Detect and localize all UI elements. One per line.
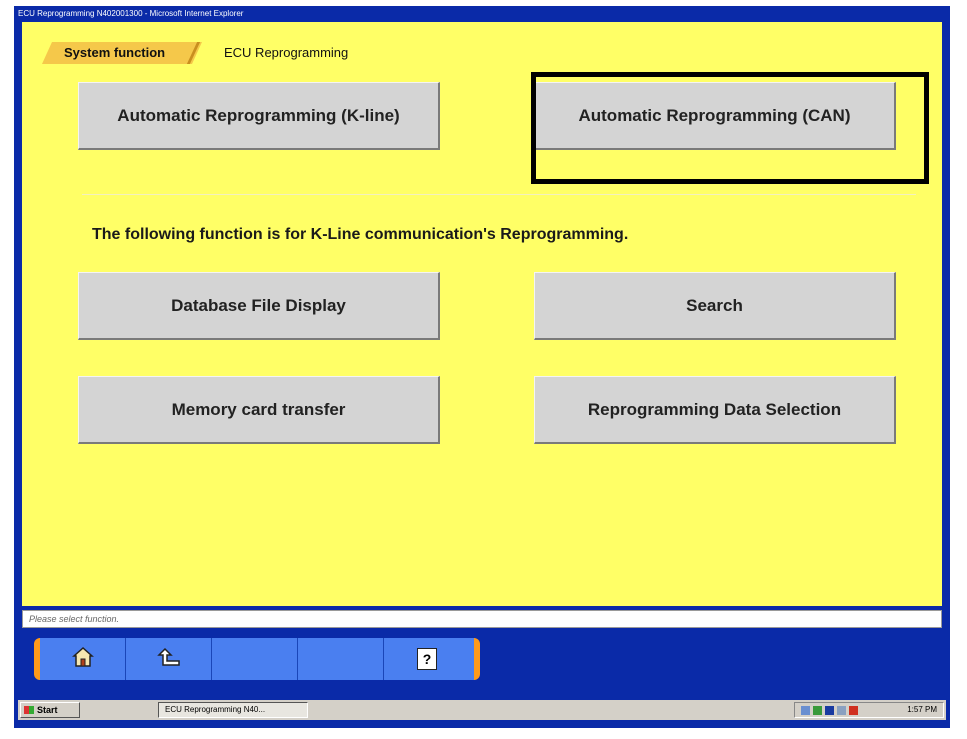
tray-icon-volume[interactable]: [813, 706, 822, 715]
help-icon: ?: [417, 648, 437, 670]
window-title: ECU Reprogramming N402001300 - Microsoft…: [14, 6, 950, 22]
tray-icon-alert[interactable]: [849, 706, 858, 715]
tab-system-function[interactable]: System function: [42, 42, 202, 64]
home-button[interactable]: [40, 638, 126, 680]
help-button[interactable]: ?: [384, 638, 470, 680]
windows-taskbar: Start ECU Reprogramming N40... 1:57 PM: [14, 696, 950, 728]
tab-ecu-reprogramming: ECU Reprogramming: [224, 45, 349, 60]
main-panel: System function ECU Reprogramming Automa…: [22, 22, 942, 606]
start-button[interactable]: Start: [20, 702, 80, 718]
taskbar-window-button[interactable]: ECU Reprogramming N40...: [158, 702, 308, 718]
system-tray: 1:57 PM: [794, 702, 944, 718]
taskbar-strip: Start ECU Reprogramming N40... 1:57 PM: [18, 700, 946, 720]
divider: [82, 194, 916, 195]
start-label: Start: [37, 705, 58, 715]
auto-reprogramming-kline-button[interactable]: Automatic Reprogramming (K-line): [78, 82, 440, 150]
reprogramming-data-selection-button[interactable]: Reprogramming Data Selection: [534, 376, 896, 444]
tray-icon-device[interactable]: [825, 706, 834, 715]
tray-icon-network[interactable]: [801, 706, 810, 715]
tray-icon-shield[interactable]: [837, 706, 846, 715]
database-file-display-button[interactable]: Database File Display: [78, 272, 440, 340]
taskbar-clock: 1:57 PM: [907, 705, 937, 714]
status-bar: Please select function.: [22, 610, 942, 628]
back-button[interactable]: [126, 638, 212, 680]
bottom-toolbar-area: ?: [22, 630, 942, 686]
bottom-toolbar: ?: [34, 638, 480, 680]
app-window: ECU Reprogramming N402001300 - Microsoft…: [14, 6, 950, 728]
back-arrow-icon: [156, 646, 181, 673]
search-button[interactable]: Search: [534, 272, 896, 340]
windows-logo-icon: [24, 706, 34, 714]
toolbar-blank-button-1[interactable]: [212, 638, 298, 680]
selection-highlight: [531, 72, 929, 184]
toolbar-blank-button-2[interactable]: [298, 638, 384, 680]
tray-icons: [801, 706, 887, 715]
memory-card-transfer-button[interactable]: Memory card transfer: [78, 376, 440, 444]
home-icon: [71, 646, 94, 673]
kline-info-text: The following function is for K-Line com…: [92, 226, 629, 243]
